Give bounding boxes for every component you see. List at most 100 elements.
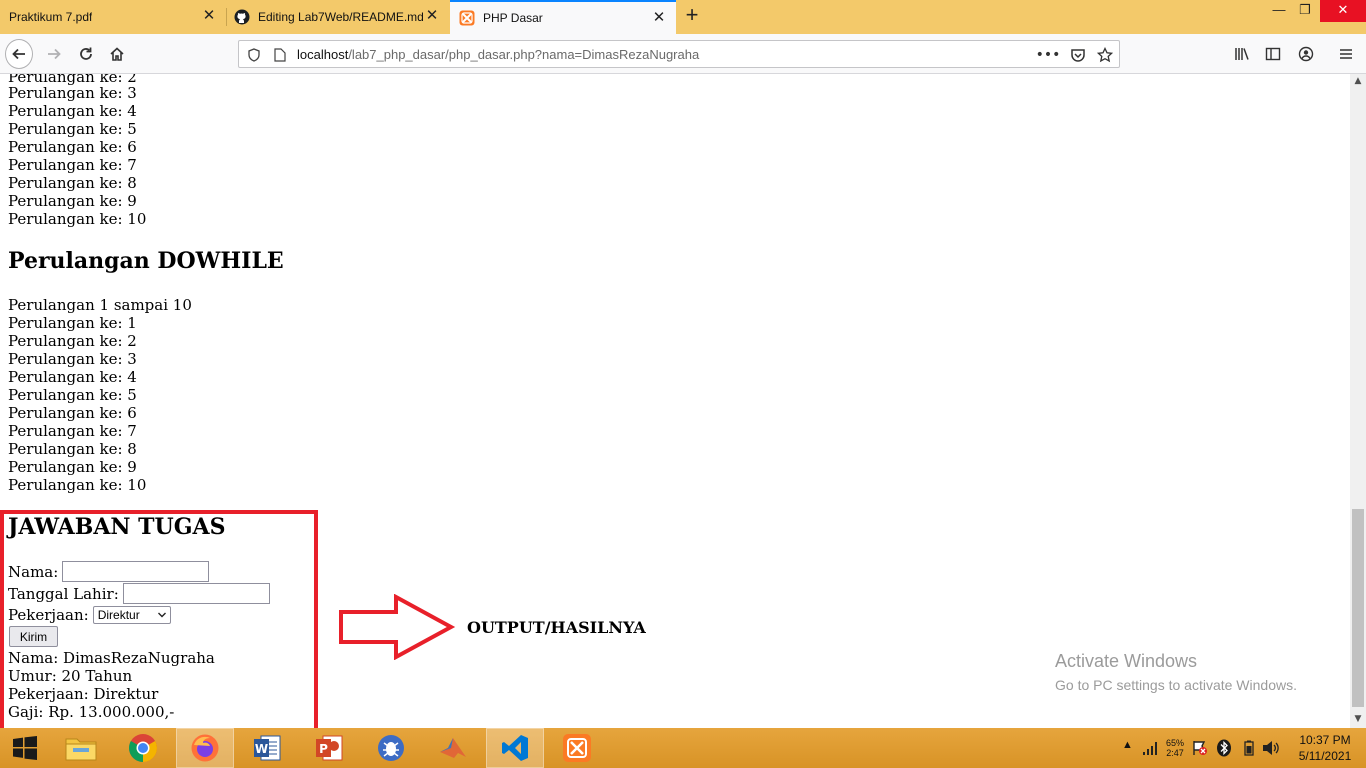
close-icon[interactable]: ✕ xyxy=(425,8,439,23)
tab-label: PHP Dasar xyxy=(483,11,543,25)
xampp-icon xyxy=(459,10,475,26)
output-annotation: OUTPUT/HASILNYA xyxy=(467,618,646,637)
task-heading: JAWABAN TUGAS xyxy=(8,514,226,540)
sidebar-button[interactable] xyxy=(1259,40,1287,68)
tab-label: Editing Lab7Web/README.md xyxy=(258,10,424,24)
tanggal-label: Tanggal Lahir: xyxy=(8,584,119,603)
scroll-down-icon[interactable]: ▼ xyxy=(1350,712,1366,726)
taskbar: W P ▲ 65% 2:47 10:37 PM 5/11/2021 xyxy=(0,728,1366,768)
battery-icon[interactable] xyxy=(1242,740,1256,756)
back-arrow-icon xyxy=(5,39,33,69)
matlab-icon xyxy=(440,738,466,758)
scroll-up-icon[interactable]: ▲ xyxy=(1350,74,1366,88)
tab-label: Praktikum 7.pdf xyxy=(9,10,93,24)
bug-icon xyxy=(378,735,404,761)
back-button[interactable] xyxy=(5,39,33,69)
forward-button[interactable] xyxy=(40,40,68,68)
activate-windows-title: Activate Windows xyxy=(1055,651,1198,671)
pekerjaan-row: Pekerjaan: Direktur xyxy=(8,606,171,624)
url-text[interactable]: localhost/lab7_php_dasar/php_dasar.php?n… xyxy=(297,47,699,62)
loop-line: Perulangan ke: 6 xyxy=(8,138,137,156)
home-button[interactable] xyxy=(103,40,131,68)
taskbar-file-explorer[interactable] xyxy=(52,728,110,768)
account-button[interactable] xyxy=(1292,40,1320,68)
sidebar-icon xyxy=(1265,47,1281,61)
pocket-icon[interactable] xyxy=(1069,46,1087,64)
dowhile-line: Perulangan ke: 5 xyxy=(8,386,137,404)
account-icon xyxy=(1298,46,1314,62)
taskbar-vscode[interactable] xyxy=(486,728,544,768)
action-center-flag-icon[interactable] xyxy=(1192,740,1208,756)
result-line: Pekerjaan: Direktur xyxy=(8,685,159,703)
pekerjaan-select[interactable]: Direktur xyxy=(92,606,171,624)
select-value: Direktur xyxy=(97,608,140,622)
dowhile-line: Perulangan 1 sampai 10 xyxy=(8,296,192,314)
new-tab-button[interactable]: + xyxy=(680,4,704,28)
taskbar-matlab[interactable] xyxy=(424,728,482,768)
nama-label: Nama: xyxy=(8,562,59,581)
scrollbar-thumb[interactable] xyxy=(1352,509,1364,707)
taskbar-powerpoint[interactable]: P xyxy=(300,728,358,768)
taskbar-app-bug[interactable] xyxy=(362,728,420,768)
dowhile-line: Perulangan ke: 2 xyxy=(8,332,137,350)
close-icon[interactable]: ✕ xyxy=(202,8,216,23)
result-line: Gaji: Rp. 13.000.000,- xyxy=(8,703,175,721)
tab-praktikum-pdf[interactable]: Praktikum 7.pdf ✕ xyxy=(0,0,226,34)
url-bar[interactable]: localhost/lab7_php_dasar/php_dasar.php?n… xyxy=(238,40,1120,68)
chrome-icon xyxy=(129,734,157,762)
tray-expand-icon[interactable]: ▲ xyxy=(1122,739,1133,751)
tab-github-readme[interactable]: Editing Lab7Web/README.md ✕ xyxy=(227,0,449,34)
pekerjaan-label: Pekerjaan: xyxy=(8,606,89,624)
reload-icon xyxy=(80,47,92,60)
clock-time: 10:37 PM xyxy=(1299,733,1351,747)
url-path: /lab7_php_dasar/php_dasar.php?nama=Dimas… xyxy=(348,47,700,62)
taskbar-word[interactable]: W xyxy=(238,728,296,768)
nama-input[interactable] xyxy=(62,561,210,582)
svg-text:P: P xyxy=(319,742,328,756)
loop-line: Perulangan ke: 5 xyxy=(8,120,137,138)
library-button[interactable] xyxy=(1228,40,1256,68)
menu-button[interactable] xyxy=(1332,40,1360,68)
reload-button[interactable] xyxy=(72,40,100,68)
loop-line: Perulangan ke: 10 xyxy=(8,210,147,228)
taskbar-firefox[interactable] xyxy=(176,728,234,768)
bluetooth-icon[interactable] xyxy=(1216,739,1232,757)
dowhile-heading: Perulangan DOWHILE xyxy=(8,248,284,274)
start-button[interactable] xyxy=(0,728,50,768)
battery-readout[interactable]: 65% 2:47 xyxy=(1166,738,1184,758)
firefox-icon xyxy=(191,734,219,762)
loop-line: Perulangan ke: 4 xyxy=(8,102,137,120)
taskbar-xampp[interactable] xyxy=(548,728,606,768)
vertical-scrollbar[interactable]: ▲ ▼ xyxy=(1350,74,1366,728)
svg-text:W: W xyxy=(255,742,268,756)
tab-strip: Praktikum 7.pdf ✕ Editing Lab7Web/README… xyxy=(0,0,1366,34)
powerpoint-icon: P xyxy=(316,735,343,761)
close-icon[interactable]: ✕ xyxy=(652,10,666,25)
page-actions-icon[interactable]: ••• xyxy=(1036,46,1061,64)
dowhile-line: Perulangan ke: 3 xyxy=(8,350,137,368)
bookmark-star-icon[interactable] xyxy=(1096,46,1114,64)
info-icon[interactable] xyxy=(245,46,263,64)
hamburger-menu-icon xyxy=(1340,49,1352,59)
tanggal-lahir-input[interactable] xyxy=(122,583,270,604)
loop-line: Perulangan ke: 8 xyxy=(8,174,137,192)
taskbar-chrome[interactable] xyxy=(114,728,172,768)
xampp-icon xyxy=(563,734,591,762)
page-content: Perulangan ke: 2 Perulangan ke: 3 Perula… xyxy=(0,74,1350,728)
github-icon xyxy=(234,9,250,25)
word-icon: W xyxy=(254,735,281,761)
close-window-button[interactable]: ✕ xyxy=(1320,0,1366,22)
dowhile-line: Perulangan ke: 6 xyxy=(8,404,137,422)
kirim-button[interactable]: Kirim xyxy=(9,626,58,647)
page-icon xyxy=(271,46,289,64)
clock-date: 5/11/2021 xyxy=(1298,749,1352,763)
battery-time: 2:47 xyxy=(1166,748,1184,758)
system-clock[interactable]: 10:37 PM 5/11/2021 xyxy=(1290,732,1360,764)
volume-icon[interactable] xyxy=(1262,740,1280,756)
dowhile-line: Perulangan ke: 8 xyxy=(8,440,137,458)
tab-php-dasar[interactable]: PHP Dasar ✕ xyxy=(450,0,676,34)
dowhile-line: Perulangan ke: 1 xyxy=(8,314,137,332)
library-icon xyxy=(1235,48,1249,60)
restore-button[interactable]: ❐ xyxy=(1290,0,1320,22)
signal-icon[interactable] xyxy=(1142,740,1160,756)
